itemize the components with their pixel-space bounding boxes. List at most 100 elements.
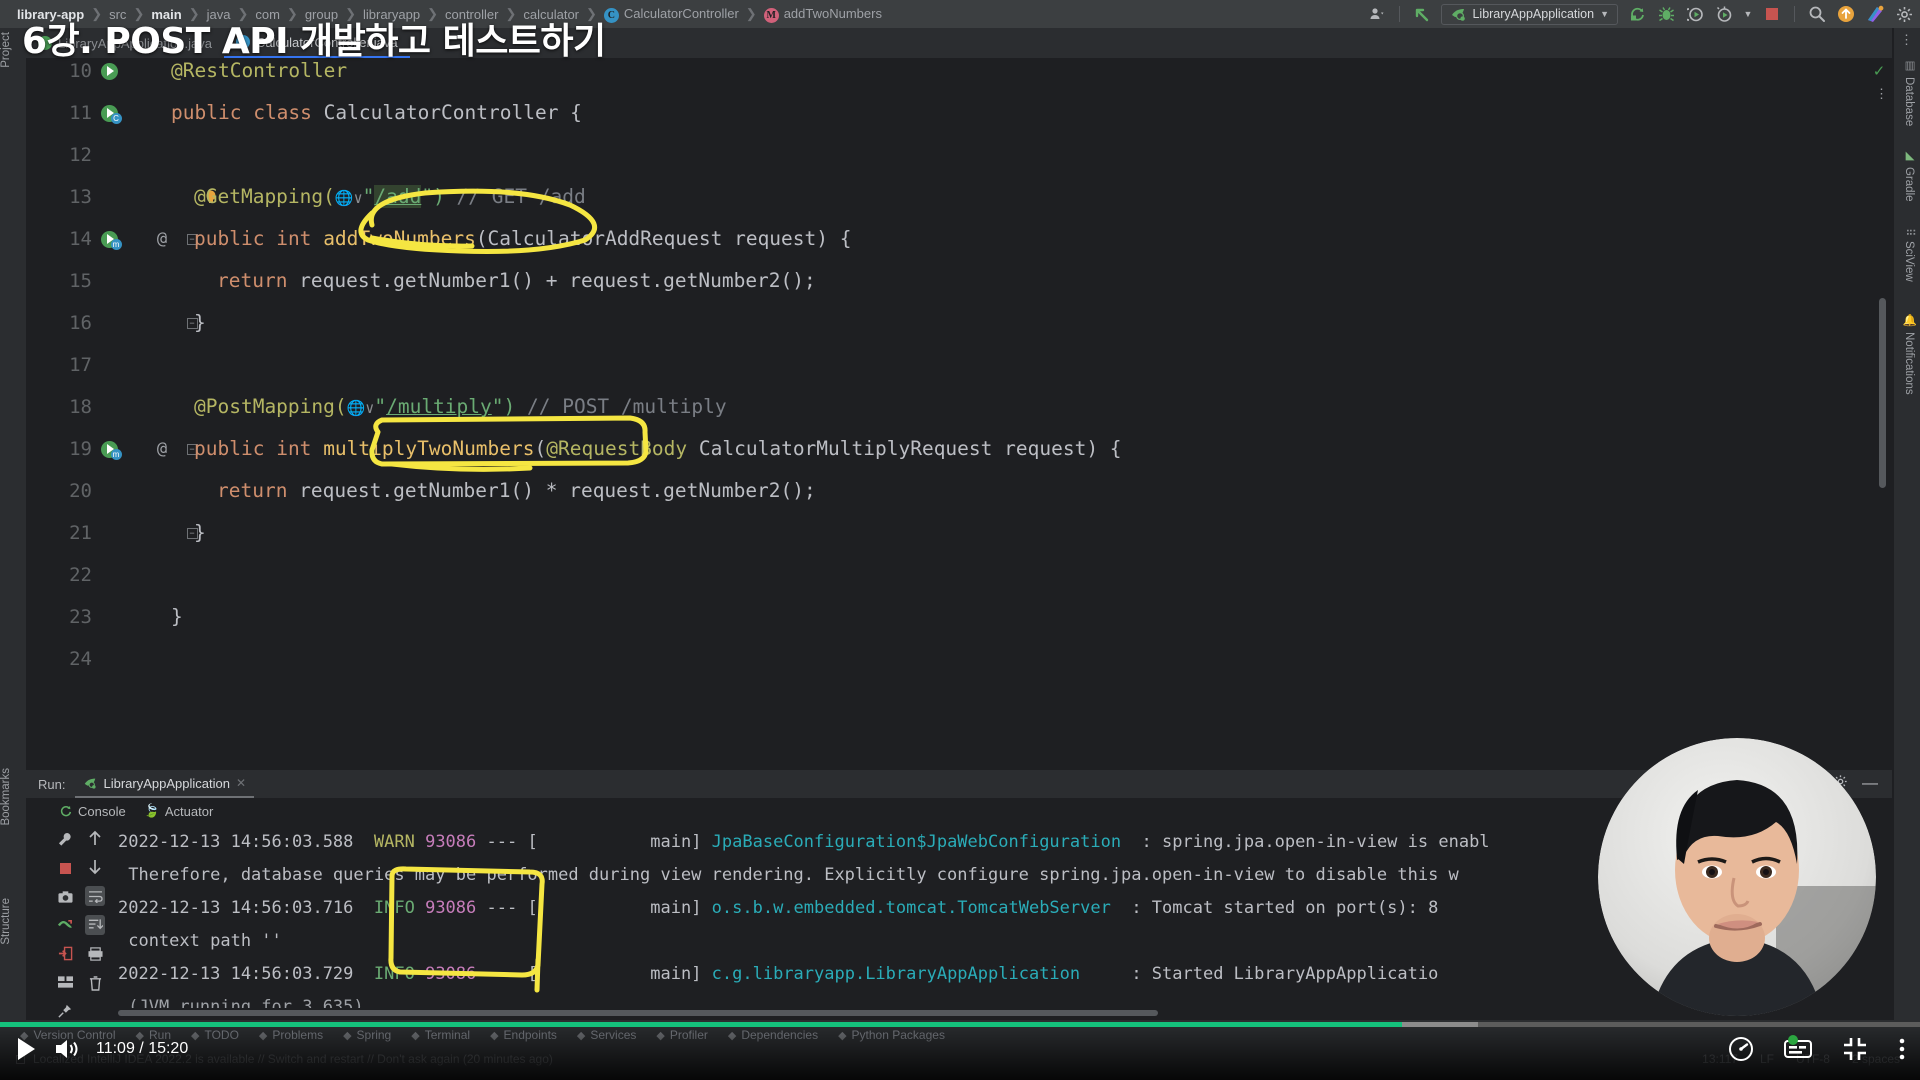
run-configuration-selector[interactable]: LibraryAppApplication ▼ [1441,3,1618,25]
sidebar-item-project[interactable]: Project [0,32,12,68]
run-tab-label: LibraryAppApplication [103,775,230,791]
scroll-down-icon[interactable] [85,857,105,877]
search-everywhere-icon[interactable] [1807,4,1827,24]
camera-icon[interactable] [55,888,75,907]
sidebar-item-gradle[interactable]: ◣ Gradle [1902,148,1916,202]
code-line[interactable]: @PostMapping(🌐∨"/multiply") // POST /mul… [194,386,727,428]
run-gutter-icon[interactable]: m [98,428,122,470]
scroll-to-end-icon[interactable] [85,915,105,935]
clear-all-icon[interactable] [85,973,105,993]
code-token: (CalculatorAddRequest request) { [475,227,852,250]
settings-icon[interactable] [1894,4,1914,24]
chevron-down-icon[interactable]: ▼ [1600,9,1609,19]
method-icon: M [763,7,779,23]
console-actions-toolbar [78,824,112,1020]
console-horizontal-scrollbar[interactable] [118,1010,1158,1016]
more-options-button[interactable] [1898,1036,1906,1062]
line-number: 15 [69,270,92,292]
console-token: JpaBaseConfiguration$JpaWebConfiguration [711,832,1122,852]
editor-more-icon[interactable]: ⋮ [1875,86,1888,102]
rerun-icon[interactable] [55,802,75,821]
inspection-status-icon[interactable]: ✓ [1870,62,1888,80]
editor-gutter[interactable]: 10 11 C 12 13 14 m @ −15 16−17 18 19 m @ −20 21−22 23 24 [26,58,216,770]
sidebar-item-notifications[interactable]: 🔔 Notifications [1902,313,1916,395]
volume-button[interactable] [54,1037,80,1061]
breadcrumb-item-addtwonumbers[interactable]: MaddTwoNumbers [757,6,889,23]
video-progress-bar[interactable] [0,1022,1920,1027]
breadcrumb-separator: ❯ [745,6,757,21]
code-token: @GetMapping( [194,185,335,208]
more-options-icon[interactable]: ⋮ [1900,32,1913,48]
dump-threads-icon[interactable] [55,916,75,935]
rerun-icon[interactable] [1627,4,1647,24]
code-line[interactable]: public int multiplyTwoNumbers(@RequestBo… [194,428,1122,470]
code-token: } [194,521,206,544]
override-marker-icon[interactable]: @ [152,428,172,470]
print-icon[interactable] [85,944,105,964]
profile-dropdown-icon[interactable]: ▼ [1743,4,1753,24]
exit-fullscreen-button[interactable] [1842,1036,1868,1062]
sidebar-item-structure[interactable]: Structure [0,898,12,945]
url-mapping-literal[interactable]: /add [374,185,422,208]
code-line[interactable]: return request.getNumber1() + request.ge… [217,260,816,302]
code-token: return [217,479,288,502]
stop-icon[interactable] [55,859,75,878]
code-token: // GET /add [444,185,586,208]
tab-console[interactable]: Console [78,804,126,819]
ai-assistant-icon[interactable] [1865,4,1885,24]
code-line[interactable]: } [194,512,206,554]
console-token: WARN [373,832,415,852]
line-number: 19 [69,438,92,460]
stop-icon[interactable] [1762,4,1782,24]
code-line[interactable]: @GetMapping(🌐∨"/add") // GET /add [194,176,586,218]
web-reference-icon[interactable]: 🌐∨ [347,387,375,429]
run-tab[interactable]: LibraryAppApplication ✕ [75,770,254,798]
playback-speed-button[interactable] [1728,1036,1754,1062]
toolbar-actions: LibraryAppApplication ▼ ▼ [1367,0,1914,28]
user-settings-icon[interactable] [1367,4,1387,24]
play-pause-button[interactable] [14,1036,38,1062]
editor-scrollbar[interactable] [1879,298,1886,488]
code-line[interactable]: } [171,596,183,638]
soft-wrap-icon[interactable] [85,886,105,906]
sidebar-item-bookmarks[interactable]: Bookmarks [0,768,12,826]
run-gutter-icon[interactable]: m [98,218,122,260]
sidebar-item-database[interactable]: ▥ Database [1902,58,1916,126]
bell-icon: 🔔 [1903,313,1915,328]
subtitles-button[interactable] [1784,1035,1812,1060]
gutter-badge: C [110,112,122,124]
sidebar-item-sciview[interactable]: ⠿ SciView [1902,228,1916,282]
line-number: 11 [69,102,92,124]
code-line[interactable]: } [194,302,206,344]
code-editor[interactable]: 10 11 C 12 13 14 m @ −15 16−17 18 19 m @ −20 21−22 23 24 … [26,58,1892,770]
web-reference-icon[interactable]: 🌐∨ [335,177,363,219]
back-arrow-icon[interactable] [1412,4,1432,24]
profile-icon[interactable] [1714,4,1734,24]
override-marker-icon[interactable]: @ [152,218,172,260]
update-icon[interactable] [1836,4,1856,24]
run-with-coverage-icon[interactable] [1685,4,1705,24]
console-token: c.g.libraryapp.LibraryAppApplication [711,964,1081,984]
scroll-up-icon[interactable] [85,828,105,848]
breadcrumb-item-calculatorcontroller[interactable]: C CalculatorController [597,6,746,23]
editor-code-area[interactable]: @RestController public class CalculatorCo… [171,58,1864,770]
settings-wrench-icon[interactable] [55,831,75,850]
pin-icon[interactable] [55,1002,75,1021]
close-icon[interactable]: ✕ [236,776,246,790]
gutter-badge: m [110,238,122,250]
code-token: CalculatorController { [311,101,582,124]
console-token: 93086 [425,898,477,918]
code-token: public [194,437,265,460]
run-gutter-icon[interactable]: C [98,92,122,134]
exit-icon[interactable] [55,945,75,964]
code-line[interactable]: public int addTwoNumbers(CalculatorAddRe… [194,218,852,260]
debug-icon[interactable] [1656,4,1676,24]
line-number: 24 [69,648,92,670]
tab-actuator[interactable]: 🍃 Actuator [144,803,214,819]
code-line[interactable]: public class CalculatorController { [171,92,582,134]
minimize-icon[interactable]: — [1862,775,1878,793]
code-line[interactable]: return request.getNumber1() * request.ge… [217,470,816,512]
layout-icon[interactable] [55,973,75,992]
